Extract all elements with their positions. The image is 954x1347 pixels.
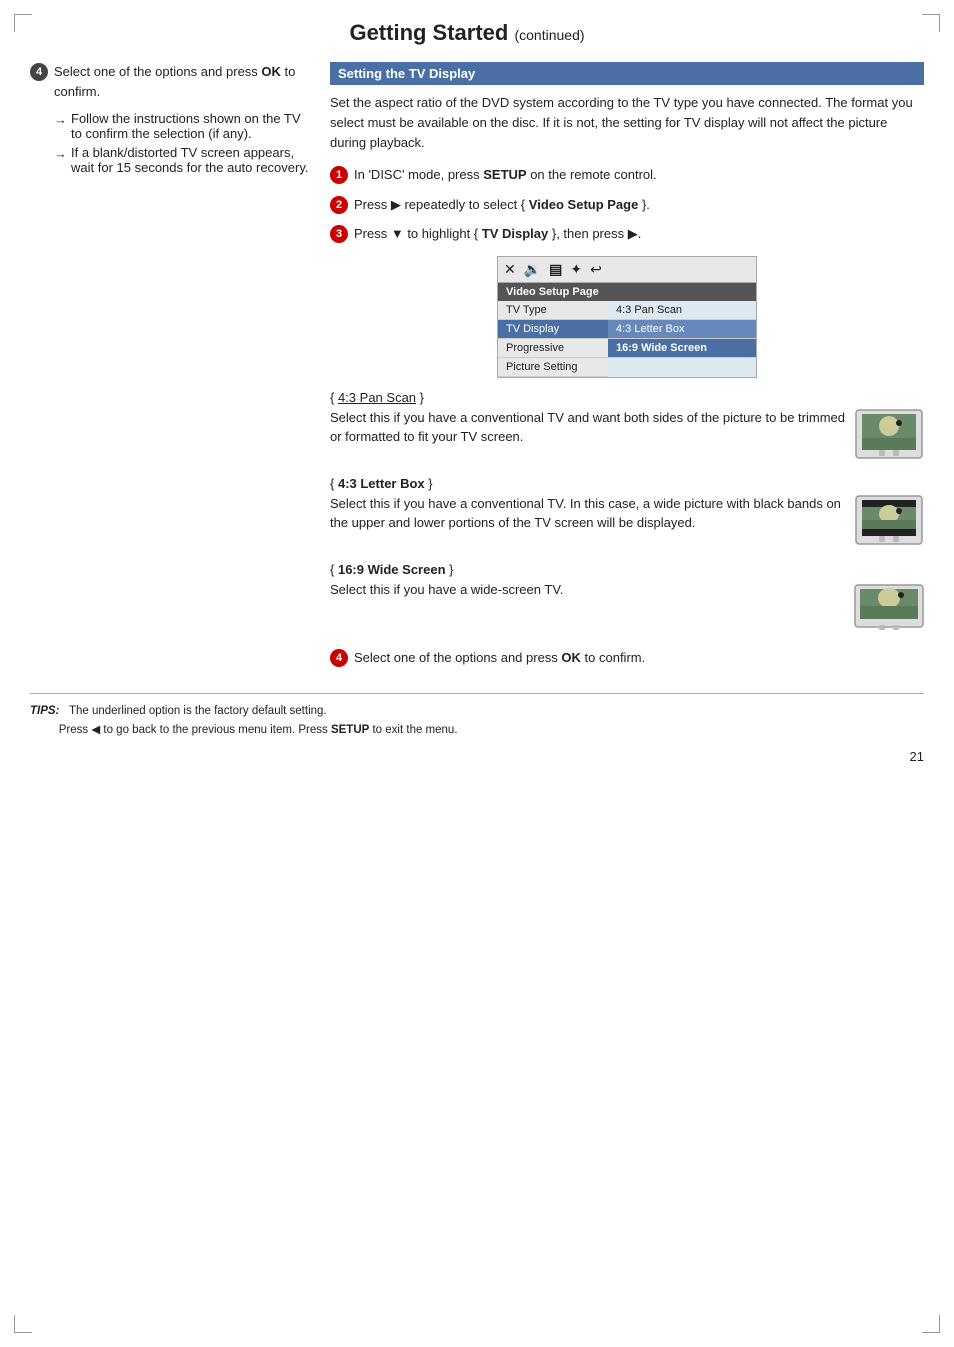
right-step1-text: In 'DISC' mode, press SETUP on the remot…	[354, 165, 657, 185]
right-step3: 3 Press ▼ to highlight { TV Display }, t…	[330, 224, 924, 244]
left-arrow2: → If a blank/distorted TV screen appears…	[54, 145, 310, 175]
tips-line1: The underlined option is the factory def…	[69, 705, 327, 717]
pan-scan-illustration	[854, 408, 924, 460]
setup-menu-screenshot: ✕ 🔉 ▤ ✦ ↩ Video Setup Page TV Type TV Di…	[497, 256, 757, 378]
tips-line2: Press ◀ to go back to the previous menu …	[59, 724, 458, 736]
wide-screen-block: { 16:9 Wide Screen } Select this if you …	[330, 562, 924, 632]
right-column: Setting the TV Display Set the aspect ra…	[330, 62, 924, 677]
pan-scan-title: { 4:3 Pan Scan }	[330, 390, 924, 405]
arrow1-bullet: →	[54, 112, 67, 127]
left-step4: 4 Select one of the options and press OK…	[30, 62, 310, 101]
letter-box-block: { 4:3 Letter Box } Select this if you ha…	[330, 476, 924, 546]
right-step2-text: Press ▶ repeatedly to select { Video Set…	[354, 195, 650, 215]
option-43letterbox: 4:3 Letter Box	[608, 320, 756, 339]
letter-box-desc: Select this if you have a conventional T…	[330, 494, 846, 533]
right-step2: 2 Press ▶ repeatedly to select { Video S…	[330, 195, 924, 215]
letter-box-content: Select this if you have a conventional T…	[330, 494, 924, 546]
section-header: Setting the TV Display	[330, 62, 924, 85]
option-43panscan: 4:3 Pan Scan	[608, 301, 756, 320]
icon-video: ▤	[549, 261, 562, 278]
option-169widescreen: 16:9 Wide Screen	[608, 339, 756, 358]
tips-section: TIPS: The underlined option is the facto…	[30, 693, 924, 739]
right-step1: 1 In 'DISC' mode, press SETUP on the rem…	[330, 165, 924, 185]
menu-icon-bar: ✕ 🔉 ▤ ✦ ↩	[498, 257, 756, 283]
page-number: 21	[30, 749, 924, 764]
right-step4: 4 Select one of the options and press OK…	[330, 648, 924, 668]
arrow2-text: If a blank/distorted TV screen appears, …	[71, 145, 310, 175]
wide-screen-illustration	[854, 580, 924, 632]
wide-screen-title-text: 16:9 Wide Screen	[338, 562, 446, 577]
menu-title: Video Setup Page	[498, 283, 756, 301]
menu-row-tvdisplay: TV Display	[498, 320, 608, 339]
icon-audio: 🔉	[524, 261, 541, 278]
icon-exit: ↩	[590, 261, 602, 278]
pan-scan-content: Select this if you have a conventional T…	[330, 408, 924, 460]
pan-scan-title-text: 4:3 Pan Scan	[338, 390, 416, 405]
intro-text: Set the aspect ratio of the DVD system a…	[330, 93, 924, 153]
left-column: 4 Select one of the options and press OK…	[30, 62, 310, 677]
right-step2-number: 2	[330, 196, 348, 214]
menu-left-panel: TV Type TV Display Progressive Picture S…	[498, 301, 608, 377]
letter-box-title-text: 4:3 Letter Box	[338, 476, 425, 491]
pan-scan-desc: Select this if you have a conventional T…	[330, 408, 846, 447]
wide-screen-title: { 16:9 Wide Screen }	[330, 562, 924, 577]
menu-body: TV Type TV Display Progressive Picture S…	[498, 301, 756, 377]
wide-screen-content: Select this if you have a wide-screen TV…	[330, 580, 924, 632]
right-step3-number: 3	[330, 225, 348, 243]
right-step4-text: Select one of the options and press OK t…	[354, 648, 645, 668]
letter-box-title: { 4:3 Letter Box }	[330, 476, 924, 491]
icon-pref: ✦	[570, 261, 582, 278]
title-continued: (continued)	[514, 27, 584, 43]
arrow1-text: Follow the instructions shown on the TV …	[71, 111, 310, 141]
right-step3-text: Press ▼ to highlight { TV Display }, the…	[354, 224, 641, 244]
pan-scan-block: { 4:3 Pan Scan } Select this if you have…	[330, 390, 924, 460]
icon-x: ✕	[504, 261, 516, 278]
menu-row-tvtype: TV Type	[498, 301, 608, 320]
left-step4-text: Select one of the options and press OK t…	[54, 62, 310, 101]
arrow2-bullet: →	[54, 146, 67, 161]
right-step4-number: 4	[330, 649, 348, 667]
left-arrow1: → Follow the instructions shown on the T…	[54, 111, 310, 141]
left-step4-number: 4	[30, 63, 48, 81]
menu-row-progressive: Progressive	[498, 339, 608, 358]
tips-label: TIPS:	[30, 705, 59, 717]
right-step1-number: 1	[330, 166, 348, 184]
menu-right-panel: 4:3 Pan Scan 4:3 Letter Box 16:9 Wide Sc…	[608, 301, 756, 377]
wide-screen-desc: Select this if you have a wide-screen TV…	[330, 580, 846, 600]
letter-box-illustration	[854, 494, 924, 546]
menu-row-picturesetting: Picture Setting	[498, 358, 608, 377]
page-title: Getting Started (continued)	[30, 20, 924, 46]
title-main: Getting Started	[349, 20, 508, 45]
